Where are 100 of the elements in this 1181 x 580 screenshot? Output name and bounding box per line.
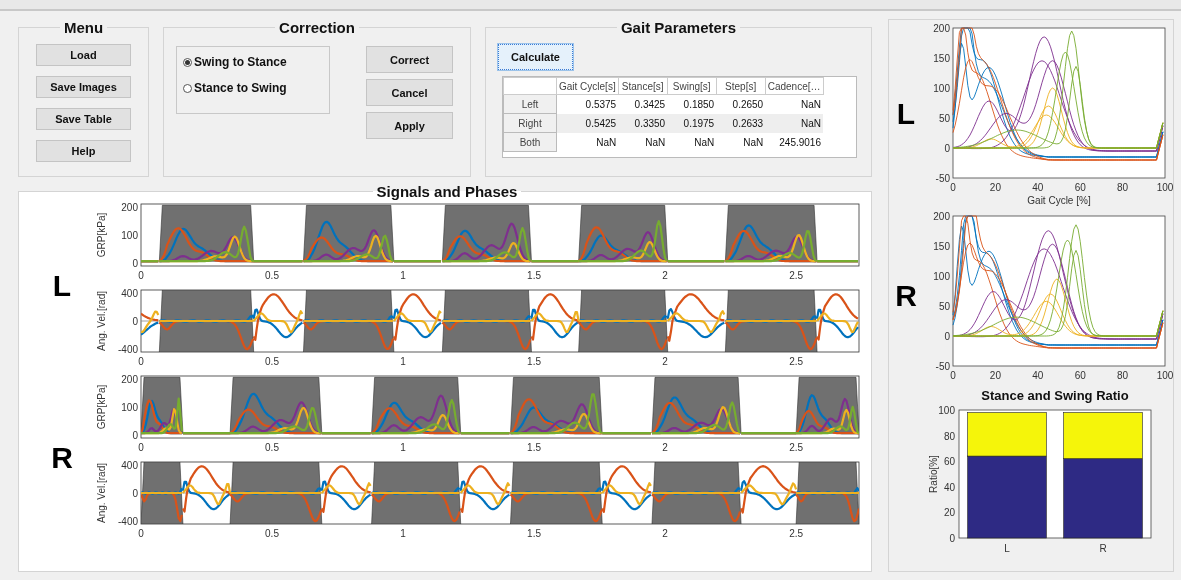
radio-label: Swing to Stance — [194, 55, 287, 69]
tick-label: 20 — [989, 370, 1001, 381]
tick-label: 100 — [1156, 182, 1173, 193]
panel-title: Gait Parameters — [619, 19, 738, 36]
tick-label: 0.5 — [265, 528, 279, 539]
tick-label: 40 — [1032, 370, 1044, 381]
column-header: Swing[s] — [667, 77, 717, 95]
side-label: L — [895, 97, 917, 131]
column-header: Step[s] — [716, 77, 766, 95]
tick-label: R — [1099, 543, 1107, 554]
tick-label: 50 — [938, 113, 950, 124]
tick-label: 200 — [933, 211, 950, 222]
tick-label: 1.5 — [527, 442, 541, 453]
tick-label: 20 — [943, 507, 955, 519]
panel-title: Signals and Phases — [375, 183, 519, 200]
tick-label: L — [1004, 543, 1010, 554]
tick-label: 2 — [662, 442, 668, 453]
panel-title: Menu — [62, 19, 105, 36]
tick-label: 100 — [938, 405, 955, 416]
side-label: R — [894, 279, 918, 313]
tick-label: 60 — [1074, 370, 1086, 381]
correction-button[interactable]: Correct — [366, 46, 453, 73]
side-label: R — [50, 441, 74, 475]
axis-label: Ang. Vel.[rad] — [96, 291, 107, 351]
tick-label: -400 — [118, 516, 138, 527]
tick-label: 200 — [933, 23, 950, 34]
tick-label: 0 — [138, 270, 144, 281]
tick-label: 40 — [1032, 182, 1044, 193]
tick-label: 200 — [121, 202, 138, 213]
column-header: Gait Cycle[s] — [556, 77, 619, 95]
tick-label: 0.5 — [265, 442, 279, 453]
tick-label: 0 — [132, 258, 138, 269]
radio-option[interactable]: Swing to Stance — [183, 55, 323, 69]
tick-label: 150 — [933, 53, 950, 64]
menu-button[interactable]: Save Table — [36, 108, 131, 130]
tick-label: 2 — [662, 270, 668, 281]
tick-label: 150 — [933, 241, 950, 252]
correction-button[interactable]: Apply — [366, 112, 453, 139]
tick-label: 100 — [933, 83, 950, 94]
axis-label: GRP[kPa] — [96, 212, 107, 258]
chart-title: Stance and Swing Ratio — [981, 388, 1129, 403]
tick-label: 100 — [1156, 370, 1173, 381]
menu-button[interactable]: Save Images — [36, 76, 131, 98]
column-header: Cadence[… — [765, 77, 823, 95]
tick-label: 2.5 — [789, 356, 804, 367]
tick-label: 0 — [944, 331, 950, 342]
tick-label: 0 — [132, 430, 138, 441]
tick-label: 60 — [943, 456, 955, 468]
tick-label: 80 — [1117, 370, 1129, 381]
tick-label: 0.5 — [265, 356, 279, 367]
tick-label: -50 — [935, 361, 950, 372]
tick-label: 40 — [943, 481, 955, 493]
tick-label: 80 — [1117, 182, 1129, 193]
tick-label: -50 — [935, 173, 950, 184]
tick-label: 100 — [121, 230, 138, 241]
tick-label: 2 — [662, 356, 668, 367]
tick-label: 2.5 — [789, 528, 804, 539]
menu-button[interactable]: Help — [36, 140, 131, 162]
tick-label: 1.5 — [527, 528, 541, 539]
tick-label: 1.5 — [527, 356, 541, 367]
tick-label: 0 — [949, 533, 955, 544]
axis-label: GRP[kPa] — [96, 384, 107, 430]
tick-label: 100 — [933, 271, 950, 282]
axis-label: Gait Cycle [%] — [1027, 195, 1091, 206]
tick-label: 400 — [121, 460, 138, 471]
side-label: L — [51, 269, 73, 303]
tick-label: -400 — [118, 344, 138, 355]
menu-button[interactable]: Load — [36, 44, 131, 66]
tick-label: 0 — [950, 182, 956, 193]
tick-label: 0 — [944, 143, 950, 154]
tick-label: 2 — [662, 528, 668, 539]
tick-label: 0.5 — [265, 270, 279, 281]
tick-label: 1 — [400, 442, 406, 453]
column-header: Stance[s] — [618, 77, 668, 95]
tick-label: 0 — [138, 442, 144, 453]
tick-label: 0 — [138, 528, 144, 539]
tick-label: 100 — [121, 402, 138, 413]
radio-option[interactable]: Stance to Swing — [183, 81, 323, 95]
tick-label: 200 — [121, 374, 138, 385]
tick-label: 0 — [950, 370, 956, 381]
axis-label: Ratio[%] — [928, 455, 939, 493]
tick-label: 400 — [121, 288, 138, 299]
tick-label: 2.5 — [789, 442, 804, 453]
tick-label: 1.5 — [527, 270, 541, 281]
tick-label: 20 — [989, 182, 1001, 193]
tick-label: 60 — [1074, 182, 1086, 193]
calculate-button[interactable]: Calculate — [498, 44, 573, 70]
tick-label: 2.5 — [789, 270, 804, 281]
radio-label: Stance to Swing — [194, 81, 287, 95]
tick-label: 80 — [943, 430, 955, 442]
tick-label: 0 — [132, 488, 138, 499]
tick-label: 1 — [400, 356, 406, 367]
panel-title: Correction — [278, 19, 356, 36]
tick-label: 0 — [138, 356, 144, 367]
axis-label: Ang. Vel.[rad] — [96, 463, 107, 523]
tick-label: 1 — [400, 528, 406, 539]
correction-button[interactable]: Cancel — [366, 79, 453, 106]
tick-label: 0 — [132, 316, 138, 327]
tick-label: 50 — [938, 301, 950, 312]
tick-label: 1 — [400, 270, 406, 281]
